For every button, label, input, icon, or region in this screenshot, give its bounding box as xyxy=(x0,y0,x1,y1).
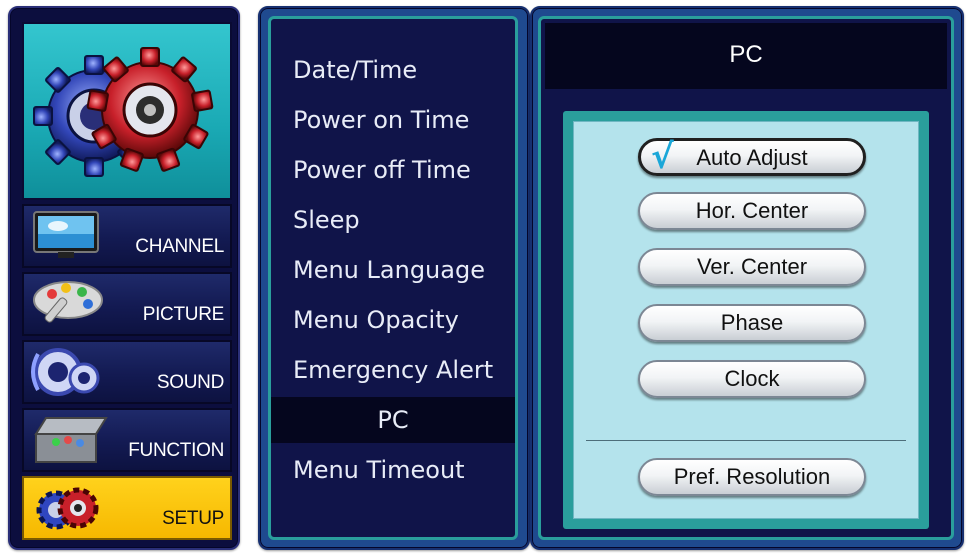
menu-item-emergency-alert[interactable]: Emergency Alert xyxy=(271,347,515,393)
button-label: Phase xyxy=(720,310,784,335)
pc-adjust-box: √ Auto Adjust Hor. Center Ver. Center Ph… xyxy=(563,111,929,529)
sidebar-item-label: CHANNEL xyxy=(135,236,224,257)
divider xyxy=(586,440,906,441)
sidebar-item-setup[interactable]: SETUP xyxy=(22,476,232,540)
menu-item-sleep[interactable]: Sleep xyxy=(271,197,515,243)
pc-panel-frame: PC √ Auto Adjust Hor. Center Ver. Center… xyxy=(530,6,964,550)
menu-item-pc[interactable]: PC xyxy=(271,397,515,443)
category-sidebar: CHANNEL PICTURE SOUND FUNCTION SETUP xyxy=(8,6,240,550)
setup-menu: Date/Time Power on Time Power off Time S… xyxy=(268,16,518,540)
clock-button[interactable]: Clock xyxy=(638,360,866,398)
setup-menu-frame: Date/Time Power on Time Power off Time S… xyxy=(258,6,530,550)
button-label: Clock xyxy=(724,366,780,391)
palette-icon xyxy=(28,276,108,336)
sidebar-item-label: SOUND xyxy=(156,372,224,393)
menu-item-power-off-time[interactable]: Power off Time xyxy=(271,147,515,193)
gears-icon xyxy=(33,47,214,177)
pref-resolution-button[interactable]: Pref. Resolution xyxy=(638,458,866,496)
button-label: Hor. Center xyxy=(695,198,809,223)
sidebar-item-channel[interactable]: CHANNEL xyxy=(22,204,232,268)
speaker-icon xyxy=(28,344,108,404)
menu-item-power-on-time[interactable]: Power on Time xyxy=(271,97,515,143)
tv-icon xyxy=(28,208,108,268)
pc-adjust-inner: √ Auto Adjust Hor. Center Ver. Center Ph… xyxy=(573,121,919,519)
phase-button[interactable]: Phase xyxy=(638,304,866,342)
menu-item-menu-opacity[interactable]: Menu Opacity xyxy=(271,297,515,343)
ver-center-button[interactable]: Ver. Center xyxy=(638,248,866,286)
auto-adjust-button[interactable]: √ Auto Adjust xyxy=(638,137,866,177)
toolbox-icon xyxy=(28,412,108,472)
sidebar-item-label: PICTURE xyxy=(142,304,225,325)
button-label: Pref. Resolution xyxy=(673,464,831,489)
sidebar-item-label: SETUP xyxy=(162,508,224,529)
gears-icon xyxy=(28,480,108,542)
menu-item-menu-language[interactable]: Menu Language xyxy=(271,247,515,293)
pc-panel: PC √ Auto Adjust Hor. Center Ver. Center… xyxy=(538,16,954,540)
sidebar-item-sound[interactable]: SOUND xyxy=(22,340,232,404)
menu-item-date-time[interactable]: Date/Time xyxy=(271,47,515,93)
setup-hero-image xyxy=(22,22,232,200)
panel-title: PC xyxy=(545,23,947,89)
sidebar-item-label: FUNCTION xyxy=(128,440,224,461)
button-label: Auto Adjust xyxy=(696,145,808,170)
sidebar-item-picture[interactable]: PICTURE xyxy=(22,272,232,336)
checkmark-icon: √ xyxy=(651,137,674,177)
hor-center-button[interactable]: Hor. Center xyxy=(638,192,866,230)
button-label: Ver. Center xyxy=(696,254,808,279)
sidebar-item-function[interactable]: FUNCTION xyxy=(22,408,232,472)
menu-item-menu-timeout[interactable]: Menu Timeout xyxy=(271,447,515,493)
